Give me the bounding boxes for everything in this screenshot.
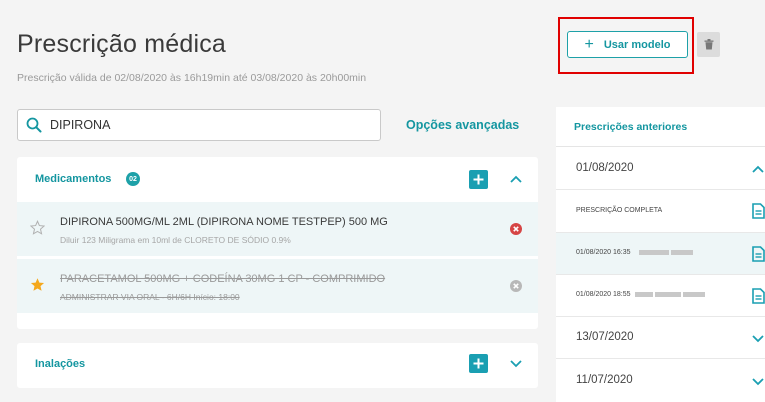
star-filled-icon[interactable]: [30, 277, 45, 292]
date-group-header[interactable]: 13/07/2020: [556, 317, 765, 359]
date-group-header[interactable]: 01/08/2020: [556, 148, 765, 190]
prescription-entry-label: PRESCRIÇÃO COMPLETA: [576, 207, 663, 214]
medication-dose: Diluir 123 Miligrama em 10ml de CLORETO …: [60, 235, 291, 245]
chevron-down-icon[interactable]: [752, 378, 764, 386]
inhalations-header[interactable]: Inalações: [35, 358, 85, 370]
chevron-up-icon[interactable]: [752, 165, 764, 173]
medications-header[interactable]: Medicamentos: [35, 173, 111, 185]
plus-icon: [473, 358, 484, 369]
prescription-validity: Prescrição válida de 02/08/2020 às 16h19…: [17, 72, 367, 84]
search-field[interactable]: [17, 109, 381, 141]
document-icon[interactable]: [752, 246, 765, 262]
prescription-entry-label: 01/08/2020 18:55: [576, 291, 705, 298]
use-model-label: Usar modelo: [603, 38, 671, 51]
remove-icon[interactable]: [510, 223, 522, 235]
search-input[interactable]: [50, 118, 350, 132]
date-group-header[interactable]: 11/07/2020: [556, 359, 765, 402]
add-medication-button[interactable]: [469, 170, 488, 189]
prescription-entry[interactable]: 01/08/2020 18:55: [556, 275, 765, 317]
date-group-label: 13/07/2020: [576, 331, 634, 343]
previous-prescriptions-panel: Prescrições anteriores 01/08/2020 PRESCR…: [556, 107, 765, 402]
prescription-entry[interactable]: 01/08/2020 16:35: [556, 233, 765, 275]
remove-icon[interactable]: [510, 280, 522, 292]
add-inhalation-button[interactable]: [469, 354, 488, 373]
prescription-entry[interactable]: PRESCRIÇÃO COMPLETA: [556, 190, 765, 233]
chevron-down-icon[interactable]: [752, 335, 764, 343]
medication-row[interactable]: DIPIRONA 500MG/ML 2ML (DIPIRONA NOME TES…: [17, 202, 538, 256]
search-icon: [26, 117, 42, 133]
page-title: Prescrição médica: [17, 30, 227, 58]
star-outline-icon[interactable]: [30, 220, 45, 235]
medication-name: DIPIRONA 500MG/ML 2ML (DIPIRONA NOME TES…: [60, 216, 388, 228]
plus-icon: +: [584, 35, 594, 53]
prescription-entry-label: 01/08/2020 16:35: [576, 249, 693, 256]
document-icon[interactable]: [752, 203, 765, 219]
chevron-down-icon[interactable]: [510, 360, 522, 368]
chevron-up-icon[interactable]: [510, 175, 522, 183]
date-group-label: 11/07/2020: [576, 374, 633, 386]
plus-icon: [473, 174, 484, 185]
medications-card: Medicamentos 02 DIPIRONA 500MG/ML 2ML (D…: [17, 157, 538, 329]
previous-prescriptions-title: Prescrições anteriores: [574, 121, 688, 133]
document-icon[interactable]: [752, 288, 765, 304]
medications-count-badge: 02: [126, 172, 140, 186]
previous-prescriptions-header: Prescrições anteriores: [556, 107, 765, 147]
medication-dose: ADMINISTRAR VIA ORAL - 6H/6H Início: 18:…: [60, 292, 240, 302]
date-group-label: 01/08/2020: [576, 162, 634, 174]
medication-row[interactable]: PARACETAMOL 500MG + CODEÍNA 30MG 1 CP - …: [17, 259, 538, 313]
delete-button[interactable]: [697, 32, 720, 57]
inhalations-card: Inalações: [17, 343, 538, 388]
medication-name: PARACETAMOL 500MG + CODEÍNA 30MG 1 CP - …: [60, 273, 386, 285]
advanced-options-link[interactable]: Opções avançadas: [406, 118, 519, 132]
use-model-button[interactable]: + Usar modelo: [567, 31, 688, 58]
trash-icon: [704, 39, 713, 50]
